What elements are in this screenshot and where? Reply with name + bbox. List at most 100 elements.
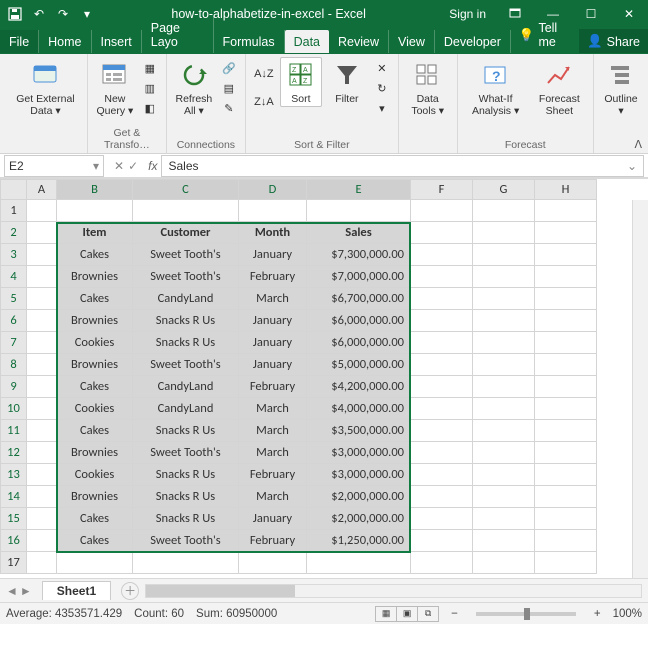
row-header-14[interactable]: 14: [1, 486, 27, 508]
row-header-10[interactable]: 10: [1, 398, 27, 420]
expand-formula-icon[interactable]: ⌄: [627, 159, 637, 173]
cell-A11[interactable]: [27, 420, 57, 442]
cell-B15[interactable]: Cakes: [57, 508, 133, 530]
cell-A17[interactable]: [27, 552, 57, 574]
forecast-sheet-button[interactable]: Forecast Sheet: [532, 57, 587, 119]
col-header-C[interactable]: C: [133, 180, 239, 200]
cell-A1[interactable]: [27, 200, 57, 222]
cell-D6[interactable]: January: [239, 310, 307, 332]
sheet-tab[interactable]: Sheet1: [42, 581, 111, 600]
cell-B9[interactable]: Cakes: [57, 376, 133, 398]
sheet-nav-prev-icon[interactable]: ◄: [6, 584, 18, 598]
cell-H15[interactable]: [535, 508, 597, 530]
cell-G1[interactable]: [473, 200, 535, 222]
cell-C10[interactable]: CandyLand: [133, 398, 239, 420]
cell-D12[interactable]: March: [239, 442, 307, 464]
share-button[interactable]: 👤Share: [579, 29, 648, 53]
cell-F1[interactable]: [411, 200, 473, 222]
cell-A9[interactable]: [27, 376, 57, 398]
tab-page-layout[interactable]: Page Layo: [142, 16, 214, 53]
cell-E5[interactable]: $6,700,000.00: [307, 288, 411, 310]
data-tools-button[interactable]: Data Tools ▾: [405, 57, 451, 119]
cell-A4[interactable]: [27, 266, 57, 288]
cell-B13[interactable]: Cookies: [57, 464, 133, 486]
cell-A16[interactable]: [27, 530, 57, 552]
cell-F15[interactable]: [411, 508, 473, 530]
cell-G17[interactable]: [473, 552, 535, 574]
col-header-F[interactable]: F: [411, 180, 473, 200]
cell-G12[interactable]: [473, 442, 535, 464]
cell-E8[interactable]: $5,000,000.00: [307, 354, 411, 376]
cell-H8[interactable]: [535, 354, 597, 376]
row-header-2[interactable]: 2: [1, 222, 27, 244]
cell-F13[interactable]: [411, 464, 473, 486]
tab-data[interactable]: Data: [285, 30, 329, 53]
col-header-D[interactable]: D: [239, 180, 307, 200]
cell-E15[interactable]: $2,000,000.00: [307, 508, 411, 530]
cell-H4[interactable]: [535, 266, 597, 288]
cell-D4[interactable]: February: [239, 266, 307, 288]
tab-review[interactable]: Review: [329, 30, 389, 53]
properties-icon[interactable]: ▤: [219, 79, 239, 97]
cell-A7[interactable]: [27, 332, 57, 354]
from-table-icon[interactable]: ▥: [140, 79, 160, 97]
zoom-out-button[interactable]: −: [451, 608, 458, 620]
cell-A12[interactable]: [27, 442, 57, 464]
cell-D8[interactable]: January: [239, 354, 307, 376]
collapse-ribbon-icon[interactable]: ᐱ: [634, 138, 642, 151]
cell-E14[interactable]: $2,000,000.00: [307, 486, 411, 508]
row-header-16[interactable]: 16: [1, 530, 27, 552]
cell-B2[interactable]: Item: [57, 222, 133, 244]
cell-E6[interactable]: $6,000,000.00: [307, 310, 411, 332]
tell-me[interactable]: 💡Tell me: [511, 16, 579, 53]
redo-icon[interactable]: ↷: [52, 3, 74, 25]
new-query-button[interactable]: New Query ▾: [94, 57, 136, 119]
cell-C12[interactable]: Sweet Tooth's: [133, 442, 239, 464]
cell-D9[interactable]: February: [239, 376, 307, 398]
cell-C7[interactable]: Snacks R Us: [133, 332, 239, 354]
cell-H2[interactable]: [535, 222, 597, 244]
cell-H9[interactable]: [535, 376, 597, 398]
cell-H5[interactable]: [535, 288, 597, 310]
cell-F11[interactable]: [411, 420, 473, 442]
cell-F3[interactable]: [411, 244, 473, 266]
filter-button[interactable]: Filter: [326, 57, 368, 107]
cell-D11[interactable]: March: [239, 420, 307, 442]
cell-H10[interactable]: [535, 398, 597, 420]
zoom-slider[interactable]: [476, 612, 576, 616]
col-header-B[interactable]: B: [57, 180, 133, 200]
cell-H1[interactable]: [535, 200, 597, 222]
reapply-icon[interactable]: ↻: [372, 79, 392, 97]
cell-E1[interactable]: [307, 200, 411, 222]
cell-G9[interactable]: [473, 376, 535, 398]
row-header-15[interactable]: 15: [1, 508, 27, 530]
cell-G10[interactable]: [473, 398, 535, 420]
advanced-icon[interactable]: ▾: [372, 99, 392, 117]
cell-B10[interactable]: Cookies: [57, 398, 133, 420]
cell-G7[interactable]: [473, 332, 535, 354]
cell-D16[interactable]: February: [239, 530, 307, 552]
row-header-7[interactable]: 7: [1, 332, 27, 354]
row-header-4[interactable]: 4: [1, 266, 27, 288]
cell-H7[interactable]: [535, 332, 597, 354]
cell-G14[interactable]: [473, 486, 535, 508]
cell-G8[interactable]: [473, 354, 535, 376]
cell-E13[interactable]: $3,000,000.00: [307, 464, 411, 486]
cell-D10[interactable]: March: [239, 398, 307, 420]
cell-C15[interactable]: Snacks R Us: [133, 508, 239, 530]
cell-E12[interactable]: $3,000,000.00: [307, 442, 411, 464]
add-sheet-button[interactable]: ＋: [121, 582, 139, 600]
cell-A2[interactable]: [27, 222, 57, 244]
cell-H12[interactable]: [535, 442, 597, 464]
cell-F2[interactable]: [411, 222, 473, 244]
cell-C8[interactable]: Sweet Tooth's: [133, 354, 239, 376]
cell-F9[interactable]: [411, 376, 473, 398]
cell-G3[interactable]: [473, 244, 535, 266]
cell-E16[interactable]: $1,250,000.00: [307, 530, 411, 552]
cell-H11[interactable]: [535, 420, 597, 442]
cell-A5[interactable]: [27, 288, 57, 310]
row-header-17[interactable]: 17: [1, 552, 27, 574]
cell-G5[interactable]: [473, 288, 535, 310]
cell-D7[interactable]: January: [239, 332, 307, 354]
cell-C14[interactable]: Snacks R Us: [133, 486, 239, 508]
